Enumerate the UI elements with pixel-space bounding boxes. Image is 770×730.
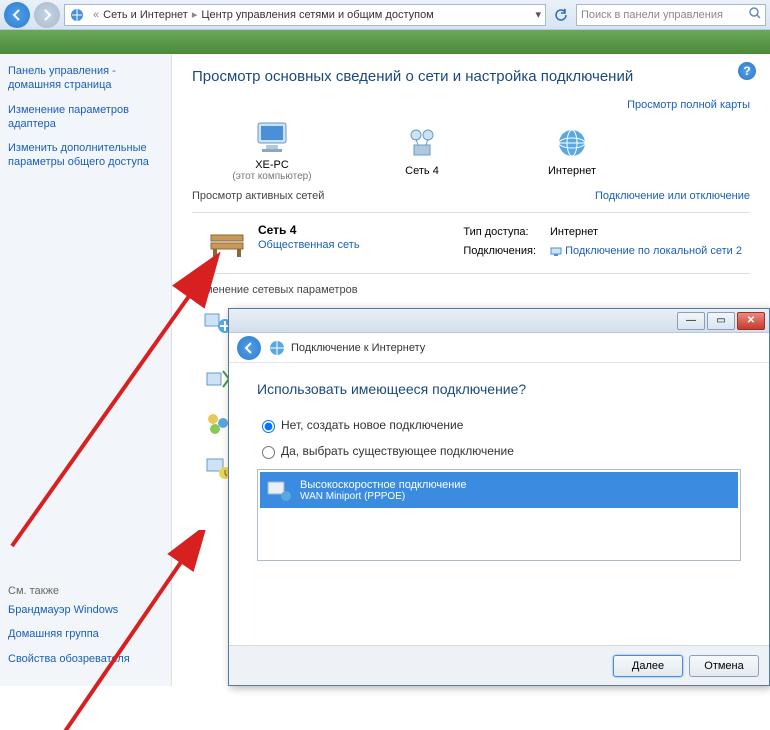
menubar — [0, 30, 770, 54]
change-settings-heading: Изменение сетевых параметров — [192, 284, 750, 296]
search-placeholder: Поиск в панели управления — [581, 9, 723, 21]
node-pc-sub: (этот компьютер) — [212, 171, 332, 182]
sidebar-footer-heading: См. также — [8, 585, 163, 597]
network-icon — [69, 7, 85, 23]
sidebar: Панель управления - домашняя страница Из… — [0, 54, 172, 686]
active-net-props: Тип доступа: Интернет Подключения: Подкл… — [455, 223, 750, 263]
connection-item[interactable]: Высокоскоростное подключение WAN Minipor… — [260, 472, 738, 508]
node-inet-name: Интернет — [512, 165, 632, 177]
view-full-map-link[interactable]: Просмотр полной карты — [627, 99, 750, 111]
nav-back-button[interactable] — [4, 2, 30, 28]
breadcrumb[interactable]: « Сеть и Интернет ▸ Центр управления сет… — [64, 4, 546, 26]
dialog-back-button[interactable] — [237, 336, 261, 360]
search-icon — [749, 7, 761, 22]
sidebar-link-homegroup[interactable]: Домашняя группа — [8, 627, 163, 641]
connect-disconnect-link[interactable]: Подключение или отключение — [595, 190, 750, 202]
maximize-button[interactable]: ▭ — [707, 312, 735, 330]
dialog-question: Использовать имеющееся подключение? — [257, 381, 741, 397]
sidebar-link-adapter[interactable]: Изменение параметров адаптера — [8, 103, 163, 132]
radio-create-new-input[interactable] — [262, 420, 275, 433]
help-icon[interactable]: ? — [738, 62, 756, 80]
breadcrumb-part[interactable]: Сеть и Интернет — [103, 9, 188, 21]
dialog-header-title: Подключение к Интернету — [291, 342, 425, 354]
lan-icon — [550, 245, 562, 257]
page-title: Просмотр основных сведений о сети и наст… — [192, 68, 750, 85]
node-pc[interactable]: XE-PC (этот компьютер) — [212, 117, 332, 182]
chevron-down-icon[interactable]: ▾ — [535, 8, 541, 21]
refresh-button[interactable] — [550, 4, 572, 26]
radio-use-existing[interactable]: Да, выбрать существующее подключение — [257, 443, 741, 459]
node-network[interactable]: Сеть 4 — [362, 123, 482, 177]
radio-create-new-label: Нет, создать новое подключение — [281, 418, 463, 432]
sidebar-link-inetopts[interactable]: Свойства обозревателя — [8, 652, 163, 666]
sidebar-link-home[interactable]: Панель управления - домашняя страница — [8, 64, 163, 93]
close-button[interactable]: ✕ — [737, 312, 765, 330]
dialog-connect-internet: — ▭ ✕ Подключение к Интернету Использова… — [228, 308, 770, 686]
active-networks-heading: Просмотр активных сетей — [192, 190, 324, 202]
globe-icon — [269, 340, 285, 356]
search-input[interactable]: Поиск в панели управления — [576, 4, 766, 26]
chevron-right-icon: ▸ — [192, 8, 198, 21]
dialog-body: Использовать имеющееся подключение? Нет,… — [229, 363, 769, 579]
connections-label: Подключения: — [457, 244, 542, 261]
active-net-type-link[interactable]: Общественная сеть — [258, 239, 360, 251]
connection-link[interactable]: Подключение по локальной сети 2 — [565, 245, 742, 257]
connection-list[interactable]: Высокоскоростное подключение WAN Minipor… — [257, 469, 741, 561]
breadcrumb-sep-icon: « — [93, 9, 99, 21]
sidebar-link-sharing[interactable]: Изменить дополнительные параметры общего… — [8, 141, 163, 170]
access-type-value: Интернет — [544, 225, 748, 242]
sidebar-link-firewall[interactable]: Брандмауэр Windows — [8, 603, 163, 617]
active-network: Сеть 4 Общественная сеть Тип доступа: Ин… — [202, 223, 750, 263]
radio-use-existing-label: Да, выбрать существующее подключение — [281, 444, 514, 458]
modem-icon — [264, 476, 294, 504]
access-type-label: Тип доступа: — [457, 225, 542, 242]
internet-globe-icon — [512, 123, 632, 163]
active-net-name[interactable]: Сеть 4 — [258, 223, 360, 237]
dialog-header: Подключение к Интернету — [229, 333, 769, 363]
network-map: XE-PC (этот компьютер) Сеть 4 Интернет — [212, 117, 750, 182]
radio-create-new[interactable]: Нет, создать новое подключение — [257, 417, 741, 433]
cancel-button[interactable]: Отмена — [689, 655, 759, 677]
bench-icon — [202, 223, 252, 263]
minimize-button[interactable]: — — [677, 312, 705, 330]
dialog-footer: Далее Отмена — [229, 645, 769, 685]
connection-item-sub: WAN Miniport (PPPOE) — [300, 491, 467, 502]
radio-use-existing-input[interactable] — [262, 446, 275, 459]
breadcrumb-part[interactable]: Центр управления сетями и общим доступом — [201, 9, 433, 21]
node-net-name: Сеть 4 — [362, 165, 482, 177]
toolbar: « Сеть и Интернет ▸ Центр управления сет… — [0, 0, 770, 30]
dialog-titlebar[interactable]: — ▭ ✕ — [229, 309, 769, 333]
next-button[interactable]: Далее — [613, 655, 683, 677]
network-hub-icon — [362, 123, 482, 163]
node-pc-name: XE-PC — [212, 159, 332, 171]
nav-forward-button[interactable] — [34, 2, 60, 28]
computer-icon — [212, 117, 332, 157]
connection-item-name: Высокоскоростное подключение — [300, 479, 467, 491]
node-internet[interactable]: Интернет — [512, 123, 632, 177]
